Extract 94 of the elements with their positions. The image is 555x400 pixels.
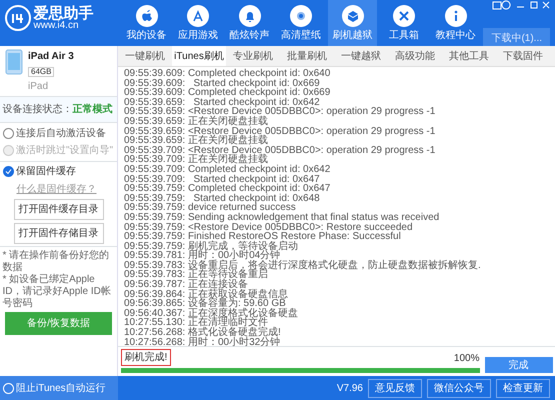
log-time: 09:55:39.759: (124, 183, 186, 194)
log-time: 09:55:39.709: (124, 164, 186, 175)
progress-reading: 100% (454, 352, 480, 366)
footer-button[interactable]: 检查更新 (496, 378, 550, 398)
bell-icon (238, 4, 262, 28)
logo-icon (5, 5, 31, 31)
log-message: 正在关闭硬盘挂载 (188, 116, 268, 127)
log-time: 09:55:39.659: (124, 96, 186, 108)
tab[interactable]: 专业刷机 (226, 46, 280, 66)
status-text: 刷机完成! (120, 349, 172, 366)
log-time: 09:55:39.781: (124, 250, 186, 262)
option-label: 保留固件缓存 (16, 164, 76, 179)
nav-tab[interactable]: 我的设备 (122, 0, 171, 46)
log-message: Started checkpoint id: 0x669 (194, 78, 320, 89)
log-time: 09:56:39.865: (124, 298, 186, 310)
log-time: 09:55:39.759: (124, 212, 186, 223)
log-time: 09:55:39.709: (124, 154, 186, 166)
log-message: device returned success (188, 202, 296, 214)
log-time: 09:55:39.759: (124, 192, 186, 204)
log-time: 09:55:39.659: (124, 116, 186, 127)
checkbox[interactable] (2, 166, 14, 177)
help-link[interactable]: 什么是固件缓存？ (16, 182, 114, 196)
tab[interactable]: 其他工具 (442, 46, 496, 66)
note-text: * 如设备已绑定Apple ID，请记录好Apple ID帐号密码 (2, 274, 112, 310)
version-text: V7.96 (336, 382, 363, 396)
backup-button[interactable]: 备份/恢复数据 (5, 312, 112, 335)
log-message: Started checkpoint id: 0x648 (194, 192, 320, 204)
box-icon (340, 4, 364, 28)
log-message: Completed checkpoint id: 0x642 (188, 164, 330, 175)
tab[interactable]: 下载固件 (496, 46, 550, 66)
log-message: Completed checkpoint id: 0x640 (188, 68, 330, 79)
nav-tab[interactable]: 应用游戏 (174, 0, 222, 46)
website-url: www.i4.cn (34, 20, 79, 30)
log-message: Started checkpoint id: 0x647 (194, 174, 320, 185)
log-message: Completed checkpoint id: 0x647 (188, 183, 330, 194)
log-time: 09:55:39.609: (124, 78, 186, 89)
window-controls-icon[interactable] (492, 0, 550, 10)
option-label: 连接后自动激活设备 (16, 126, 106, 140)
done-button[interactable]: 完成 (484, 357, 552, 373)
log-time: 09:55:39.709: (124, 174, 186, 185)
tab[interactable]: 一键刷机 (118, 46, 172, 66)
log-message: <Restore Device 005DBBC0>: Restore succeeded (188, 222, 413, 232)
folder-button[interactable]: 打开固件缓存目录 (14, 199, 104, 220)
device-name: iPad Air 3 (28, 50, 74, 64)
log-message: 用时：00小时32分钟 (188, 336, 280, 346)
status-label: 设备连接状态： (2, 104, 72, 115)
footer-button[interactable]: 微信公众号 (427, 378, 491, 398)
log-time: 09:55:39.659: (124, 135, 186, 146)
tab[interactable]: 批量刷机 (280, 46, 334, 66)
log-time: 09:55:39.783: (124, 269, 186, 280)
footer-button[interactable]: 意见反馈 (368, 378, 422, 398)
folder-button[interactable]: 打开固件存储目录 (14, 222, 104, 244)
nav-tab[interactable]: 酷炫铃声 (225, 0, 274, 46)
log-message: Completed checkpoint id: 0x669 (188, 87, 330, 98)
log-time: 09:55:39.783: (124, 260, 186, 271)
log-time: 09:56:39.787: (124, 279, 186, 290)
note-text: * 请在操作前备份好您的数据 (2, 250, 110, 274)
radio-button[interactable] (2, 128, 14, 138)
log-time: 09:56:40.367: (124, 308, 186, 319)
nav-tab[interactable]: 工具箱 (380, 0, 428, 46)
log-time: 09:55:39.759: (124, 202, 186, 214)
log-time: 09:55:39.759: (124, 240, 186, 252)
flower-icon (289, 4, 313, 28)
nav-tab[interactable]: 高清壁纸 (276, 0, 326, 46)
log-message: Started checkpoint id: 0x642 (194, 96, 320, 108)
capacity-tag: 64GB (28, 66, 54, 78)
log-message: 正在关闭硬盘挂载 (188, 154, 268, 166)
status-value: 正常模式 (72, 104, 112, 115)
log-time: 09:55:39.609: (124, 87, 186, 98)
tab[interactable]: 一键越狱 (334, 46, 388, 66)
nav-tab[interactable]: 刷机越狱 (328, 0, 377, 46)
log-time: 09:55:39.659: (124, 126, 186, 137)
tab[interactable]: iTunes刷机 (172, 46, 226, 66)
log-time: 10:27:55.130: (124, 317, 186, 328)
nav-tab[interactable]: 教程中心 (431, 0, 480, 46)
option-label: 阻止iTunes自动运行 (16, 382, 106, 396)
tab[interactable]: 高级功能 (388, 46, 442, 66)
info-icon (444, 4, 468, 28)
log-time: 09:55:39.709: (124, 144, 186, 156)
tools-icon (392, 4, 416, 28)
log-time: 10:27:56.268: (124, 327, 186, 338)
app-name: 爱思助手 (34, 6, 94, 20)
tablet-icon (5, 48, 23, 74)
device-type: iPad (28, 80, 50, 94)
apple-icon (134, 4, 158, 28)
log-time: 09:55:39.759: (124, 231, 186, 242)
log-time: 09:56:39.864: (124, 288, 186, 300)
log-time: 09:55:39.759: (124, 222, 186, 232)
log-message: Sending acknowledgement that final status was received (188, 212, 440, 223)
log-message: 正在关闭硬盘挂载 (188, 135, 268, 146)
log-time: 10:27:56.268: (124, 336, 186, 346)
log-time: 09:55:39.659: (124, 106, 186, 118)
log-time: 09:55:39.609: (124, 68, 186, 79)
option-label: 激活时跳过"设置向导" (16, 144, 114, 158)
